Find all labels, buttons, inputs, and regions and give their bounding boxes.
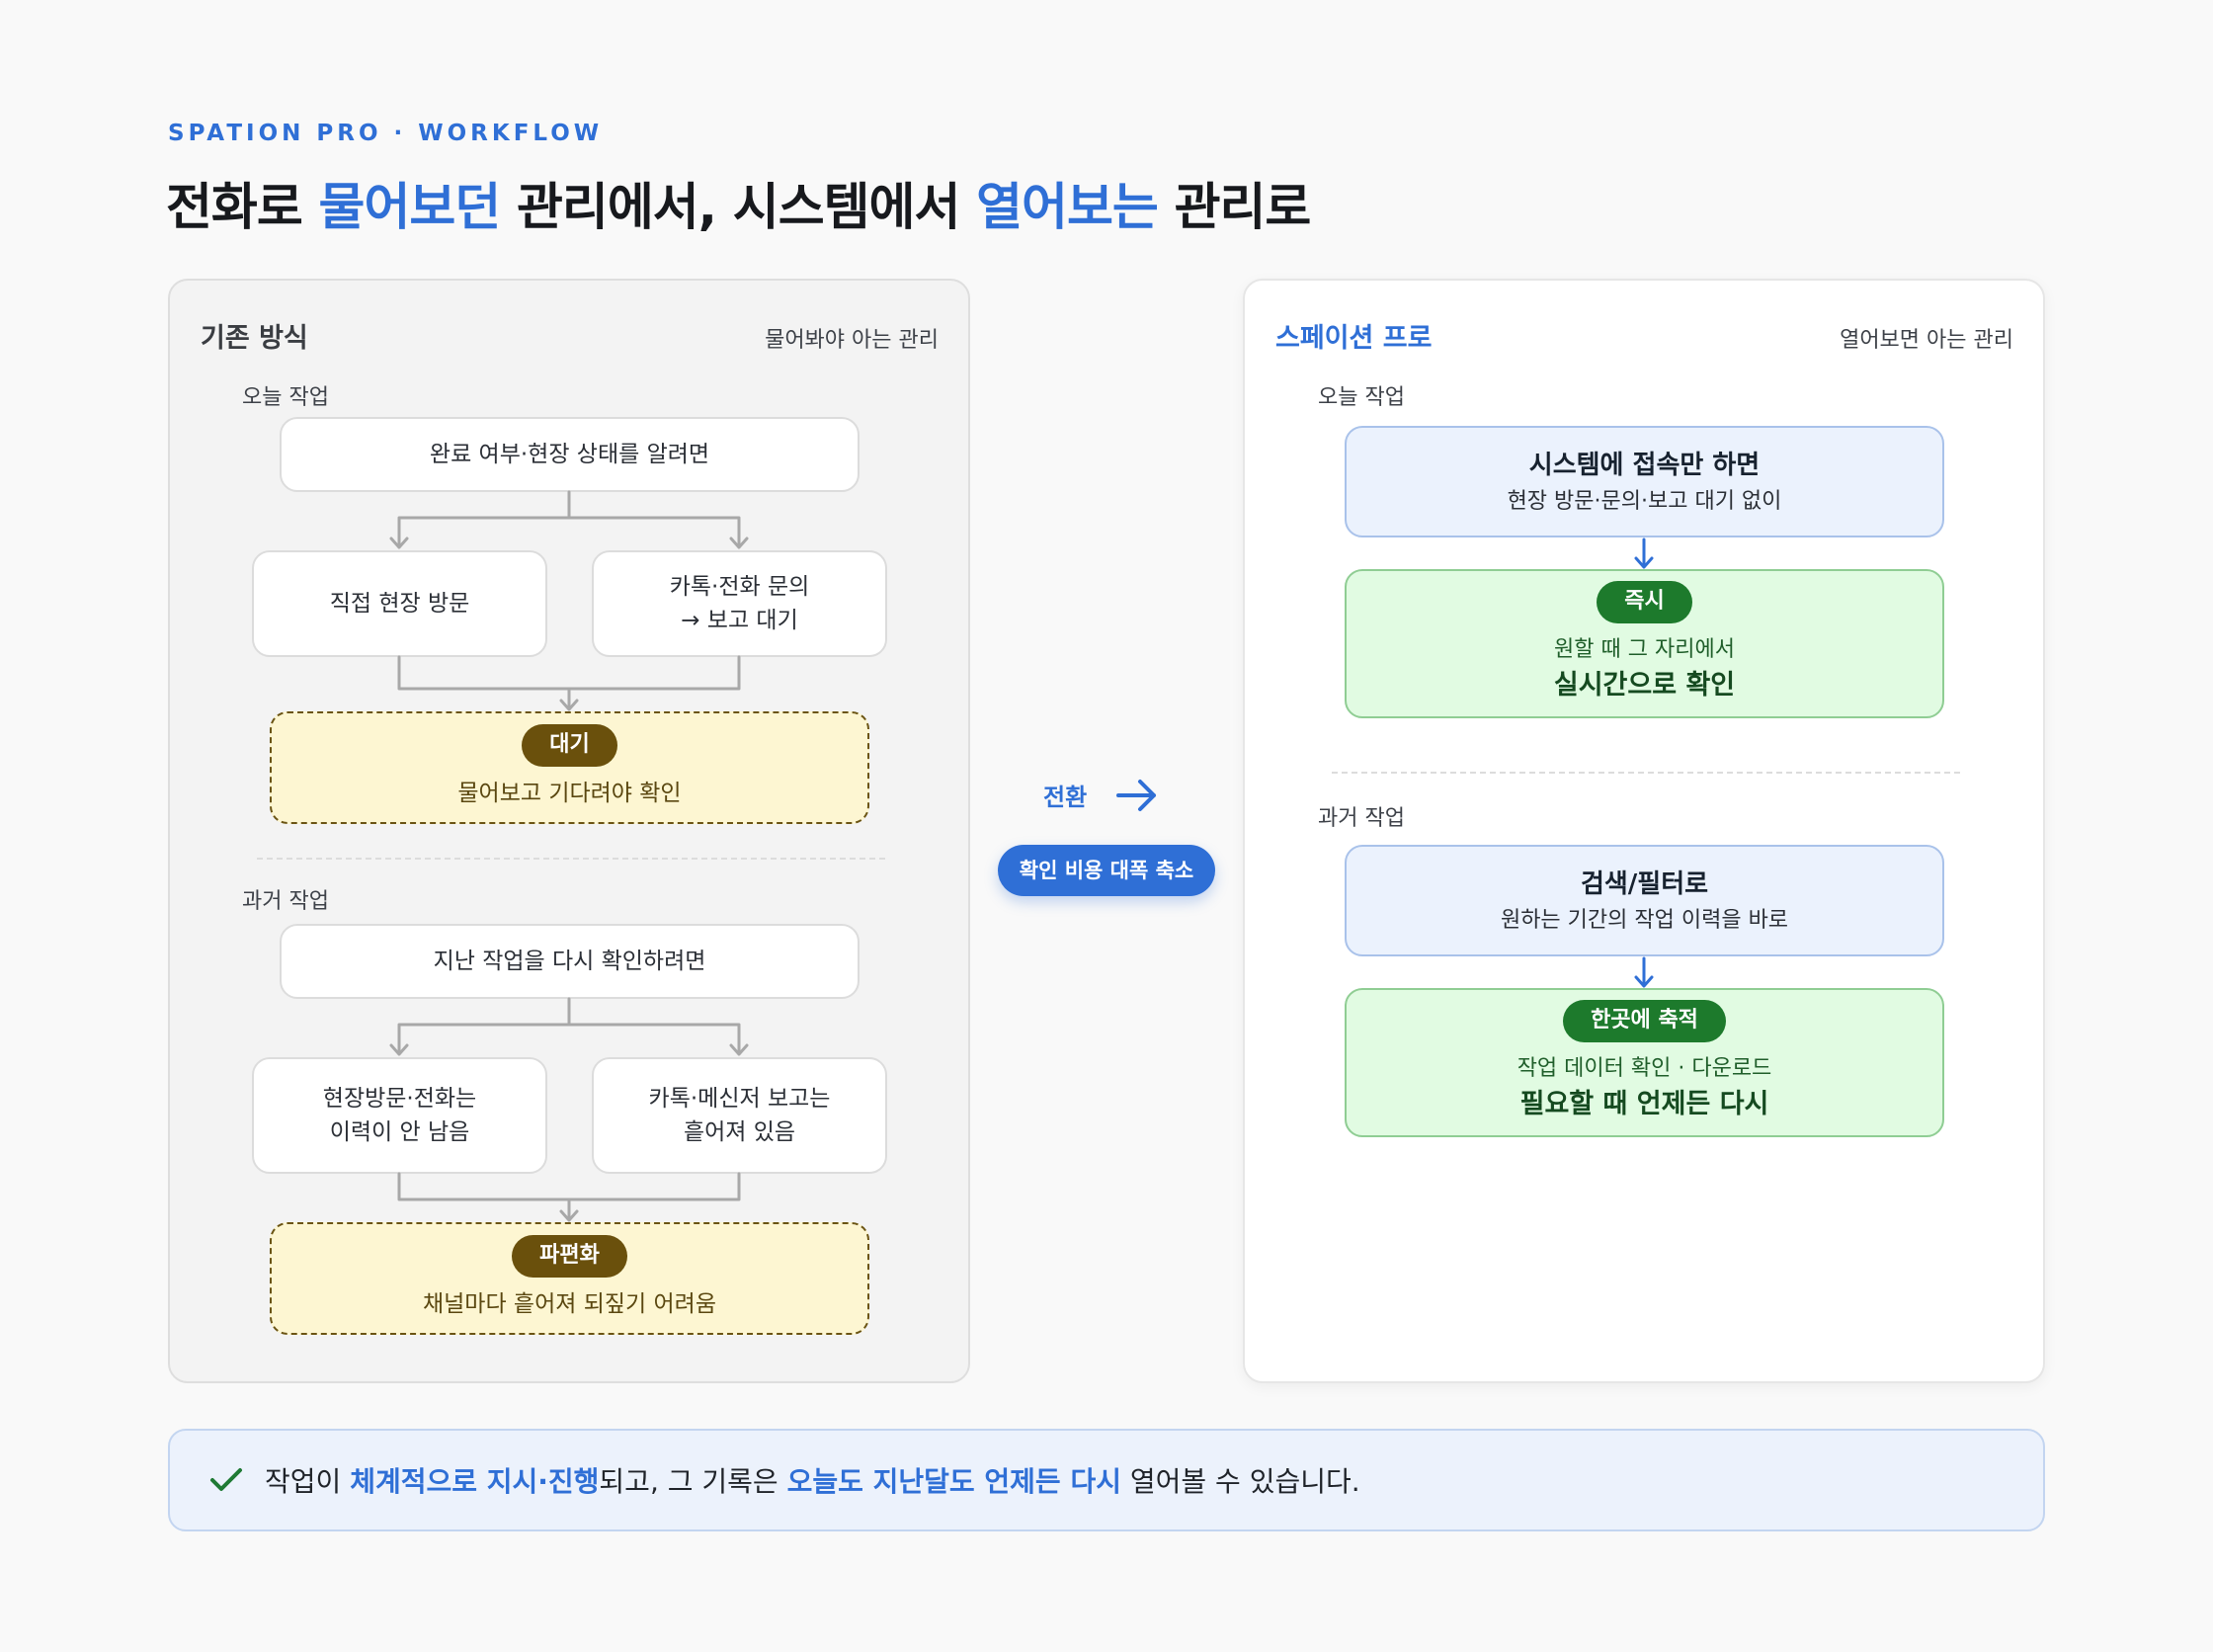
summary-part: 작업이 [265,1465,351,1498]
flow-connectors [389,490,1654,1222]
summary-part: 되고, 그 기록은 [599,1465,787,1498]
connector-line [397,490,741,548]
connector-line [397,997,741,1055]
connector-line [397,655,741,710]
summary-highlight: 오늘도 지난달도 언제든 다시 [786,1465,1121,1498]
check-icon [210,1468,242,1491]
summary-part: 열어볼 수 있습니다. [1120,1465,1360,1498]
summary-banner: 작업이 체계적으로 지시·진행되고, 그 기록은 오늘도 지난달도 언제든 다시… [168,1429,2045,1531]
summary-text: 작업이 체계적으로 지시·진행되고, 그 기록은 오늘도 지난달도 언제든 다시… [265,1460,1360,1500]
summary-highlight: 체계적으로 지시·진행 [350,1465,600,1498]
connector-line [397,1172,741,1221]
